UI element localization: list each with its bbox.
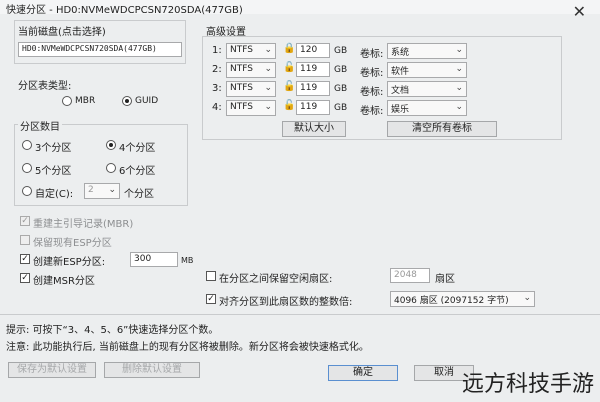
current-disk-field[interactable]: HD0:NVMeWDCPCSN720SDA(477GB) [18, 42, 182, 57]
chevron-down-icon: ⌄ [264, 83, 272, 93]
checkbox-align-partitions[interactable]: ✓ [206, 294, 216, 304]
radio-custom[interactable] [22, 186, 32, 196]
divider [0, 314, 600, 315]
checkbox-reserve-sectors[interactable] [206, 271, 216, 281]
row-2-size-input[interactable]: 119 [296, 62, 330, 77]
unlock-icon[interactable]: 🔓 [283, 62, 295, 73]
row-1-fs-dropdown[interactable]: NTFS ⌄ [226, 43, 276, 59]
reserve-sectors-label: 在分区之间保留空闲扇区: [219, 274, 333, 285]
radio-guid[interactable] [122, 96, 132, 106]
default-size-button[interactable]: 默认大小 [282, 121, 346, 137]
title-bar: 快速分区 - HD0:NVMeWDCPCSN720SDA(477GB) ✕ [0, 0, 600, 21]
row-2-vol-label: 卷标: [360, 68, 384, 79]
custom-count-suffix: 个分区 [124, 189, 154, 200]
row-1-vol-label: 卷标: [360, 49, 384, 60]
row-2-label-dropdown[interactable]: 软件 ⌄ [387, 62, 467, 78]
radio-3-partitions[interactable] [22, 140, 32, 150]
chevron-down-icon: ⌄ [455, 64, 463, 74]
unlock-icon[interactable]: 🔓 [283, 100, 295, 111]
row-4-unit: GB [334, 103, 348, 113]
radio-guid-label: GUID [135, 96, 159, 106]
watermark: 远方科技手游 [461, 372, 594, 397]
row-1-fs: NTFS [230, 45, 253, 55]
row-1-label-dropdown[interactable]: 系统 ⌄ [387, 43, 467, 59]
checkbox-create-msr[interactable]: ✓ [20, 273, 30, 283]
tip-text: 提示: 可按下“3、4、5、6”快速选择分区个数。 [6, 325, 219, 336]
row-2-fs-dropdown[interactable]: NTFS ⌄ [226, 62, 276, 78]
checkbox-rebuild-mbr[interactable]: ✓ [20, 216, 30, 226]
chevron-down-icon: ⌄ [264, 45, 272, 55]
chevron-down-icon: ⌄ [523, 293, 531, 303]
row-2-fs: NTFS [230, 64, 253, 74]
partition-count-heading: 分区数目 [18, 118, 62, 133]
row-2-number: 2: [212, 64, 222, 75]
row-4-label-dropdown[interactable]: 娱乐 ⌄ [387, 100, 467, 116]
row-4-number: 4: [212, 102, 222, 113]
chevron-down-icon: ⌄ [264, 102, 272, 112]
row-3-number: 3: [212, 83, 222, 94]
esp-size-input[interactable]: 300 [130, 252, 178, 267]
delete-default-button[interactable]: 删除默认设置 [104, 362, 200, 378]
row-3-fs: NTFS [230, 83, 253, 93]
table-type-heading: 分区表类型: [18, 81, 72, 92]
custom-count-dropdown[interactable]: 2 ⌄ [84, 183, 120, 199]
clear-all-labels-button[interactable]: 清空所有卷标 [387, 121, 497, 137]
row-3-name: 文档 [391, 86, 410, 96]
row-4-name: 娱乐 [391, 105, 410, 115]
ok-button[interactable]: 确定 [328, 365, 398, 381]
rebuild-mbr-label: 重建主引导记录(MBR) [33, 219, 134, 230]
row-2-name: 软件 [391, 67, 410, 77]
row-4-fs-dropdown[interactable]: NTFS ⌄ [226, 100, 276, 116]
chevron-down-icon: ⌄ [455, 102, 463, 112]
chevron-down-icon: ⌄ [264, 64, 272, 74]
checkbox-create-esp[interactable]: ✓ [20, 254, 30, 264]
row-2-unit: GB [334, 65, 348, 75]
row-1-name: 系统 [391, 48, 410, 58]
row-4-size-input[interactable]: 119 [296, 100, 330, 115]
row-3-fs-dropdown[interactable]: NTFS ⌄ [226, 81, 276, 97]
note-text: 注意: 此功能执行后, 当前磁盘上的现有分区将被删除。新分区将会被快速格式化。 [6, 342, 369, 353]
lock-icon[interactable]: 🔒 [283, 43, 295, 54]
radio-mbr-label: MBR [75, 96, 96, 106]
row-1-unit: GB [334, 46, 348, 56]
align-dropdown[interactable]: 4096 扇区 (2097152 字节) ⌄ [390, 291, 535, 307]
keep-esp-label: 保留现有ESP分区 [33, 238, 112, 249]
radio-3-label: 3个分区 [35, 143, 72, 154]
unlock-icon[interactable]: 🔓 [283, 81, 295, 92]
close-icon[interactable]: ✕ [573, 2, 586, 21]
create-esp-label: 创建新ESP分区: [33, 257, 106, 268]
row-3-unit: GB [334, 84, 348, 94]
chevron-down-icon: ⌄ [455, 83, 463, 93]
row-3-size-input[interactable]: 119 [296, 81, 330, 96]
chevron-down-icon: ⌄ [455, 45, 463, 55]
align-partitions-label: 对齐分区到此扇区数的整数倍: [219, 297, 353, 308]
radio-custom-label: 自定(C): [35, 189, 74, 200]
window-title: 快速分区 - HD0:NVMeWDCPCSN720SDA(477GB) [6, 5, 243, 16]
current-disk-heading: 当前磁盘(点击选择) [18, 27, 106, 38]
radio-5-partitions[interactable] [22, 163, 32, 173]
save-default-button[interactable]: 保存为默认设置 [8, 362, 96, 378]
row-3-label-dropdown[interactable]: 文档 ⌄ [387, 81, 467, 97]
radio-6-partitions[interactable] [106, 163, 116, 173]
checkbox-keep-esp[interactable] [20, 235, 30, 245]
radio-6-label: 6个分区 [119, 166, 156, 177]
esp-size-unit: MB [181, 256, 194, 265]
row-4-fs: NTFS [230, 102, 253, 112]
radio-4-partitions[interactable] [106, 140, 116, 150]
create-msr-label: 创建MSR分区 [33, 276, 95, 287]
radio-4-label: 4个分区 [119, 143, 156, 154]
reserve-sectors-unit: 扇区 [435, 274, 455, 285]
quick-partition-dialog: 快速分区 - HD0:NVMeWDCPCSN720SDA(477GB) ✕ 当前… [0, 0, 600, 402]
row-4-vol-label: 卷标: [360, 106, 384, 117]
row-1-number: 1: [212, 45, 222, 56]
align-value: 4096 扇区 (2097152 字节) [394, 296, 509, 306]
row-3-vol-label: 卷标: [360, 87, 384, 98]
reserve-sectors-input[interactable]: 2048 [390, 268, 430, 283]
radio-5-label: 5个分区 [35, 166, 72, 177]
chevron-down-icon: ⌄ [108, 185, 116, 195]
custom-count-value: 2 [88, 185, 94, 195]
row-1-size-input[interactable]: 120 [296, 43, 330, 58]
radio-mbr[interactable] [62, 96, 72, 106]
